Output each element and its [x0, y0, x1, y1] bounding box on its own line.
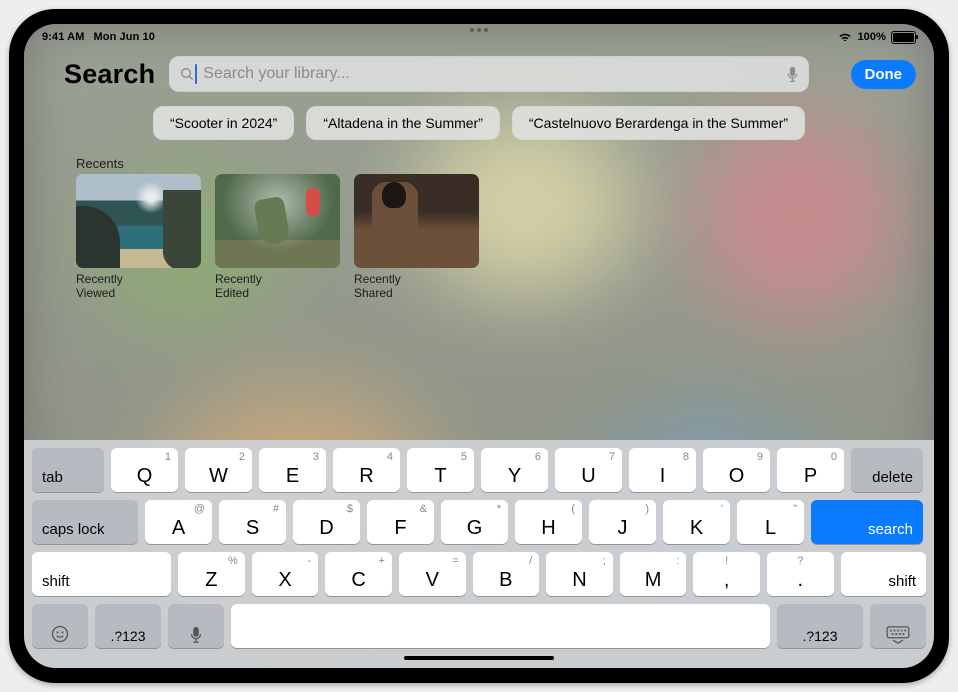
key-y[interactable]: 6Y: [481, 448, 548, 492]
status-time: 9:41 AM: [42, 31, 84, 43]
key-d[interactable]: $D: [293, 500, 360, 544]
on-screen-keyboard: tab 1Q2W3E4R5T6Y7U8I9O0Pdelete caps lock…: [24, 440, 934, 668]
status-bar: 9:41 AM Mon Jun 10 100%: [24, 24, 934, 47]
key-search[interactable]: search: [811, 500, 923, 544]
text-cursor: [195, 64, 197, 84]
card-label: Recently Edited: [215, 273, 340, 301]
key-n[interactable]: ;N: [546, 552, 613, 596]
key-w[interactable]: 2W: [185, 448, 252, 492]
key-f[interactable]: &F: [367, 500, 434, 544]
suggestion-chip[interactable]: “Altadena in the Summer”: [306, 106, 500, 140]
key-t[interactable]: 5T: [407, 448, 474, 492]
wifi-icon: [838, 31, 852, 41]
status-date: Mon Jun 10: [93, 31, 155, 43]
key-r[interactable]: 4R: [333, 448, 400, 492]
key-x[interactable]: -X: [252, 552, 319, 596]
mic-icon: [189, 626, 203, 644]
search-icon: [179, 66, 195, 82]
suggestion-chip[interactable]: “Scooter in 2024”: [153, 106, 294, 140]
key-q[interactable]: 1Q: [111, 448, 178, 492]
key-e[interactable]: 3E: [259, 448, 326, 492]
thumbnail: [354, 174, 479, 268]
key-,[interactable]: !,: [693, 552, 760, 596]
recents-card-edited[interactable]: Recently Edited: [215, 174, 340, 301]
search-field[interactable]: [169, 56, 809, 92]
keyboard-dismiss-icon: [886, 626, 910, 644]
recents-card-shared[interactable]: Recently Shared: [354, 174, 479, 301]
recents-card-viewed[interactable]: Recently Viewed: [76, 174, 201, 301]
key-tab[interactable]: tab: [32, 448, 104, 492]
card-label: Recently Shared: [354, 273, 479, 301]
key-dictation[interactable]: [168, 604, 224, 648]
page-title: Search: [64, 59, 155, 90]
key-u[interactable]: 7U: [555, 448, 622, 492]
emoji-icon: [50, 624, 70, 644]
key-delete[interactable]: delete: [851, 448, 923, 492]
key-l[interactable]: "L: [737, 500, 804, 544]
key-shift-right[interactable]: shift: [841, 552, 926, 596]
done-button[interactable]: Done: [851, 60, 917, 89]
key-b[interactable]: /B: [473, 552, 540, 596]
key-shift-left[interactable]: shift: [32, 552, 171, 596]
key-space[interactable]: [231, 604, 770, 648]
key-.[interactable]: ?.: [767, 552, 834, 596]
key-v[interactable]: =V: [399, 552, 466, 596]
battery-icon: [891, 31, 916, 44]
key-emoji[interactable]: [32, 604, 88, 648]
key-k[interactable]: 'K: [663, 500, 730, 544]
ipad-frame: 9:41 AM Mon Jun 10 100% Search Done: [9, 9, 949, 683]
key-s[interactable]: #S: [219, 500, 286, 544]
suggestion-chip[interactable]: “Castelnuovo Berardenga in the Summer”: [512, 106, 805, 140]
status-battery-pct: 100%: [857, 31, 886, 43]
key-p[interactable]: 0P: [777, 448, 844, 492]
multitask-dots[interactable]: [24, 28, 934, 32]
key-j[interactable]: )J: [589, 500, 656, 544]
dictation-icon[interactable]: [786, 66, 799, 83]
thumbnail: [76, 174, 201, 268]
key-i[interactable]: 8I: [629, 448, 696, 492]
key-numsym-left[interactable]: .?123: [95, 604, 161, 648]
key-m[interactable]: :M: [620, 552, 687, 596]
search-input[interactable]: [201, 64, 780, 84]
screen: 9:41 AM Mon Jun 10 100% Search Done: [24, 24, 934, 668]
thumbnail: [215, 174, 340, 268]
key-a[interactable]: @A: [145, 500, 212, 544]
home-indicator[interactable]: [404, 656, 554, 660]
key-g[interactable]: *G: [441, 500, 508, 544]
key-dismiss-keyboard[interactable]: [870, 604, 926, 648]
key-z[interactable]: %Z: [178, 552, 245, 596]
section-header-recents: Recents: [76, 156, 934, 171]
key-caps-lock[interactable]: caps lock: [32, 500, 138, 544]
key-c[interactable]: +C: [325, 552, 392, 596]
key-h[interactable]: (H: [515, 500, 582, 544]
suggestion-chips: “Scooter in 2024” “Altadena in the Summe…: [24, 106, 934, 140]
key-o[interactable]: 9O: [703, 448, 770, 492]
key-numsym-right[interactable]: .?123: [777, 604, 863, 648]
card-label: Recently Viewed: [76, 273, 201, 301]
